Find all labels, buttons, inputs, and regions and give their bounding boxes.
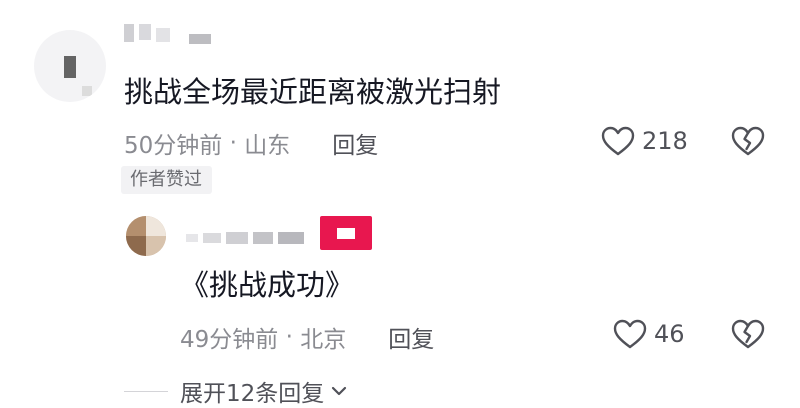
reply-dislike-button[interactable]: [730, 318, 766, 354]
comment-like-count: 218: [642, 127, 688, 155]
comment-reply-button[interactable]: 回复: [332, 126, 378, 160]
heart-outline-icon: [601, 126, 635, 156]
reply-like-count: 46: [654, 320, 685, 348]
author-liked-tag: 作者赞过: [121, 166, 212, 194]
reply-meta: 49分钟前 · 北京 回复: [180, 320, 434, 354]
comment-time: 50分钟前: [124, 133, 223, 159]
replier-name[interactable]: [186, 226, 309, 246]
broken-heart-icon: [731, 319, 765, 349]
divider-line: [124, 390, 168, 392]
replier-avatar[interactable]: [126, 216, 166, 256]
reply-time: 49分钟前: [180, 327, 279, 353]
heart-outline-icon: [613, 319, 647, 349]
broken-heart-icon: [731, 126, 765, 156]
reply-like-button[interactable]: 46: [612, 318, 685, 350]
meta-separator: ·: [278, 324, 301, 350]
comment-dislike-button[interactable]: [730, 125, 766, 161]
comment-location: 山东: [244, 133, 291, 159]
meta-separator: ·: [222, 130, 245, 156]
chevron-down-icon: [332, 386, 347, 396]
comment-meta: 50分钟前 · 山东 回复: [124, 126, 378, 160]
comment-text: 挑战全场最近距离被激光扫射: [124, 75, 502, 109]
reply-text: 《挑战成功》: [180, 268, 355, 302]
author-badge: [320, 216, 372, 250]
reply-location: 北京: [300, 327, 347, 353]
commenter-name[interactable]: [124, 24, 216, 44]
comment-like-button[interactable]: 218: [600, 125, 688, 157]
commenter-avatar[interactable]: [34, 30, 106, 102]
reply-reply-button[interactable]: 回复: [388, 320, 434, 354]
